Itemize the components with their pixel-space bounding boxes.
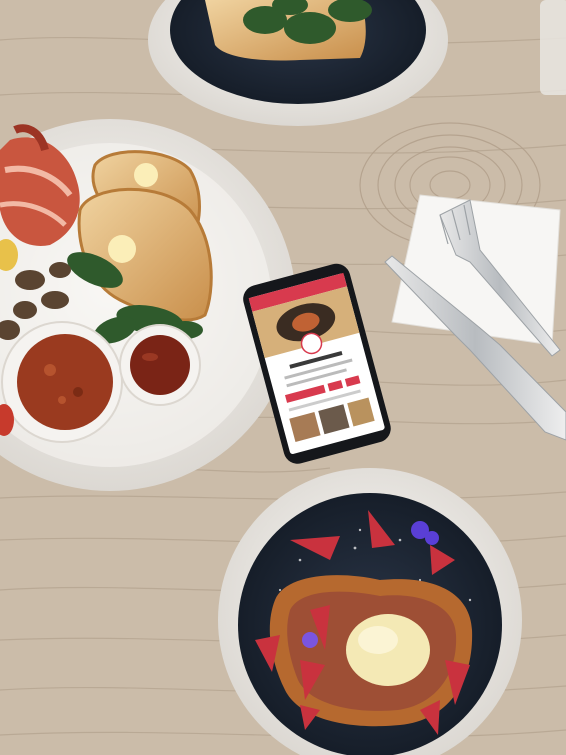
sauce-bowl — [119, 324, 201, 406]
cream-dollop — [346, 614, 430, 686]
scene-illustration — [0, 0, 566, 755]
water-glass — [540, 0, 566, 95]
cafe-table-scene — [0, 0, 566, 755]
beans-bowl — [1, 321, 123, 443]
